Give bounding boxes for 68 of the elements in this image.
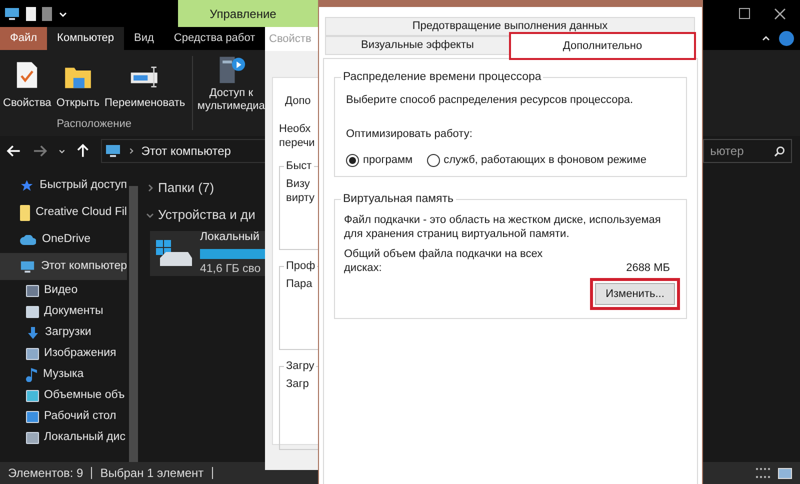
group-text: Пара <box>286 277 314 291</box>
section-header[interactable]: Устройства и ди <box>158 204 256 224</box>
group-text: Загр <box>286 377 310 391</box>
sidebar-item[interactable]: Видео <box>16 280 140 301</box>
sidebar-item[interactable]: Быстрый доступ <box>0 172 127 199</box>
ribbon-button[interactable]: Переименовать <box>104 55 186 112</box>
sidebar-item[interactable]: Объемные объ <box>16 385 140 406</box>
sidebar-item[interactable]: Изображения <box>16 343 140 364</box>
section-header[interactable]: Папки (7) <box>158 178 214 198</box>
close-icon[interactable] <box>774 8 786 20</box>
tiles-view-icon[interactable] <box>778 468 792 478</box>
page-icon[interactable] <box>42 6 52 20</box>
maximize-icon[interactable] <box>739 8 750 19</box>
forward-icon[interactable] <box>32 143 48 159</box>
context-tab[interactable]: Управление <box>178 0 318 27</box>
rename-field-icon <box>130 65 160 89</box>
ribbon-button[interactable]: Открыть <box>55 55 101 112</box>
sidebar-item[interactable]: Загрузки <box>16 322 140 343</box>
panel-heading: Допо <box>284 94 312 108</box>
monitor-icon <box>20 260 35 274</box>
monitor-icon <box>4 6 20 20</box>
address-text: Этот компьютер <box>141 143 231 160</box>
search-icon <box>774 146 786 156</box>
ribbon-button[interactable]: Доступ к мультимедиа <box>197 53 266 113</box>
group-text: Визу вирту <box>286 177 316 205</box>
star-icon <box>20 178 34 192</box>
group-title: Распределение времени процессора <box>341 69 544 85</box>
monitor-icon <box>105 144 122 158</box>
folder-icon <box>64 65 92 89</box>
status-text: Элементов: 9 <box>8 465 84 482</box>
group-title: Проф <box>284 259 318 273</box>
chevron-icon <box>127 147 136 155</box>
ribbon-tab[interactable]: Файл <box>0 27 48 50</box>
group-title: Загру <box>284 359 316 373</box>
sidebar-item[interactable]: Creative Cloud Fil <box>0 199 127 226</box>
group-label: Расположение <box>56 116 132 132</box>
total-value: 2688 МБ <box>626 261 670 275</box>
change-button[interactable]: Изменить... <box>595 283 675 305</box>
free-space-text: 41,6 ГБ сво <box>200 262 261 276</box>
ribbon-button[interactable]: Свойства <box>2 55 52 112</box>
sidebar-item[interactable]: Рабочий стол <box>16 406 140 427</box>
sidebar-item[interactable]: Локальный дис <box>16 427 140 448</box>
details-view-icon[interactable] <box>756 468 770 478</box>
sidebar-item[interactable]: Музыка <box>16 364 140 385</box>
sidebar-item[interactable]: Документы <box>16 301 140 322</box>
down-arrow-icon <box>26 326 40 340</box>
folder-icon <box>20 204 30 220</box>
cloud-icon <box>20 234 36 244</box>
drive-name: Локальный <box>200 230 260 246</box>
prompt-text: Оптимизировать работу: <box>346 126 474 142</box>
tab[interactable]: Дополнительно <box>510 33 695 59</box>
sidebar-item[interactable]: Этот компьютер <box>0 253 127 280</box>
up-icon[interactable] <box>75 143 92 159</box>
radio-option[interactable]: программ <box>346 152 413 168</box>
status-text: Выбран 1 элемент <box>100 465 204 482</box>
group-title: Виртуальная память <box>341 191 456 207</box>
back-icon[interactable] <box>6 143 22 159</box>
panel-text: Необх перечи <box>279 122 316 150</box>
description-text: Выберите способ распределения ресурсов процессора. <box>346 93 634 108</box>
dropdown-icon[interactable] <box>58 147 66 155</box>
search-field[interactable]: ьютер <box>703 139 792 163</box>
ribbon-tab[interactable]: Компьютер <box>47 27 124 50</box>
scrollbar[interactable] <box>129 186 138 462</box>
music-note-icon <box>26 367 38 382</box>
sidebar-item[interactable]: OneDrive <box>0 226 127 253</box>
dialog-title: Свойств <box>269 32 312 47</box>
radio-option[interactable]: служб, работающих в фоновом режиме <box>426 152 646 168</box>
tab[interactable]: Визуальные эффекты <box>325 36 510 55</box>
